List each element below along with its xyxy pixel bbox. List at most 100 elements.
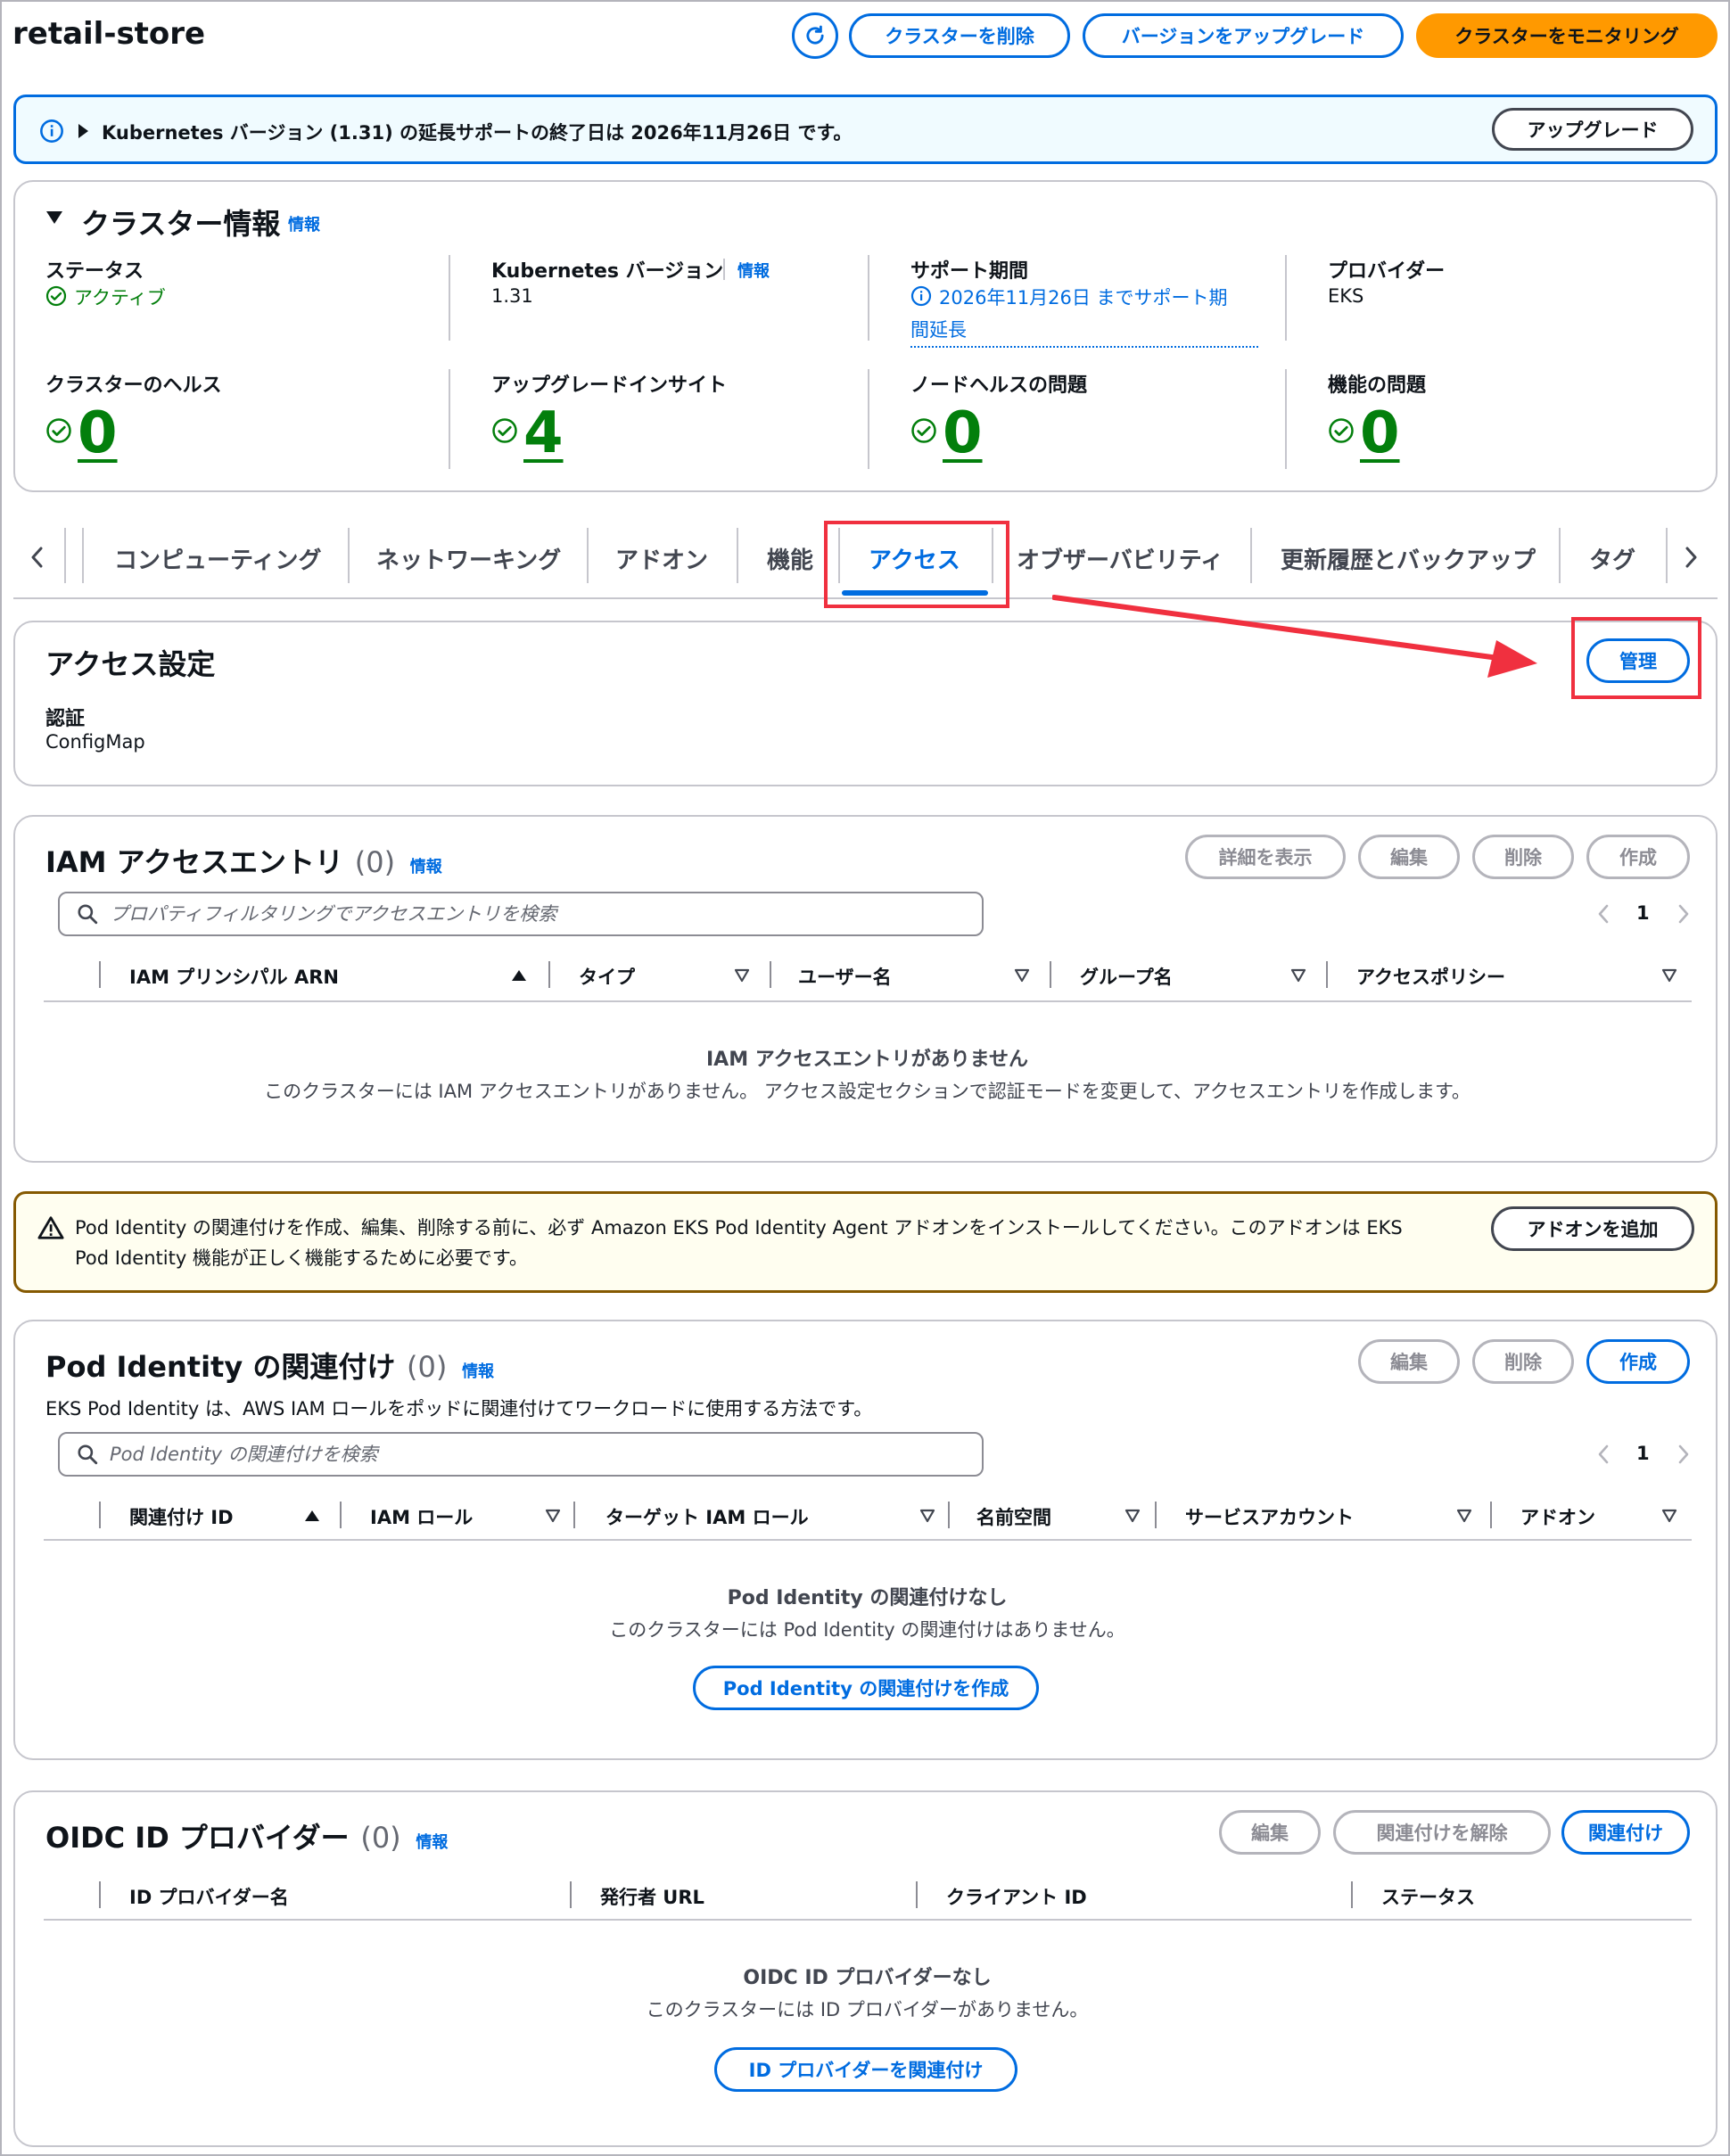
chevron-left-icon[interactable]: [29, 544, 46, 571]
sort-icon[interactable]: [1290, 968, 1306, 983]
column-addon[interactable]: アドオン: [1520, 1503, 1595, 1530]
chevron-left-icon[interactable]: [1595, 1443, 1611, 1466]
sort-icon[interactable]: [545, 1509, 561, 1523]
table-header-border: [44, 1919, 1692, 1921]
tab-divider: [587, 528, 589, 583]
chevron-left-icon[interactable]: [1595, 902, 1611, 926]
node-health-label: ノードヘルスの問題: [910, 374, 1088, 397]
column-divider: [948, 1502, 950, 1528]
sort-icon[interactable]: [1014, 968, 1030, 983]
provider-value: EKS: [1328, 285, 1364, 307]
page-number[interactable]: 1: [1636, 1443, 1650, 1464]
sort-ascending-icon[interactable]: [511, 968, 527, 983]
support-period-value-1: 2026年11月26日 までサポート期: [939, 287, 1228, 309]
column-username[interactable]: ユーザー名: [798, 963, 892, 990]
column-issuer-url[interactable]: 発行者 URL: [600, 1883, 704, 1910]
associate-button[interactable]: 関連付け: [1561, 1810, 1690, 1855]
upgrade-insight-count[interactable]: 4: [523, 405, 564, 462]
info-icon: [910, 285, 932, 307]
associate-provider-button[interactable]: ID プロバイダーを関連付け: [714, 2047, 1017, 2092]
success-check-icon: [46, 418, 71, 443]
support-period-popover[interactable]: 2026年11月26日 までサポート期 間延長: [910, 284, 1258, 348]
cluster-info-title: クラスター情報: [81, 207, 281, 241]
add-addon-button[interactable]: アドオンを追加: [1491, 1206, 1694, 1251]
tab-features[interactable]: 機能: [767, 542, 813, 575]
column-divider: [340, 1502, 342, 1528]
sort-icon[interactable]: [1124, 1509, 1141, 1523]
column-iam-role[interactable]: IAM ロール: [370, 1503, 473, 1530]
iam-entries-search[interactable]: [58, 892, 984, 936]
tab-addons[interactable]: アドオン: [615, 542, 708, 575]
sort-icon[interactable]: [1661, 1509, 1677, 1523]
tab-compute[interactable]: コンピューティング: [114, 542, 321, 575]
disassociate-button[interactable]: 関連付けを解除: [1333, 1810, 1551, 1855]
create-button[interactable]: 作成: [1586, 835, 1690, 879]
iam-entries-search-input[interactable]: [110, 903, 966, 925]
support-period-value-2: 間延長: [910, 319, 967, 341]
delete-button[interactable]: 削除: [1472, 835, 1574, 879]
tab-divider: [348, 528, 350, 583]
edit-button[interactable]: 編集: [1358, 1339, 1460, 1384]
create-button[interactable]: 作成: [1586, 1339, 1690, 1384]
upgrade-button[interactable]: アップグレード: [1492, 108, 1693, 151]
cluster-info-link[interactable]: 情報: [288, 212, 320, 235]
cluster-health-label: クラスターのヘルス: [45, 374, 222, 397]
refresh-button[interactable]: [792, 12, 838, 59]
column-access-policy[interactable]: アクセスポリシー: [1356, 963, 1505, 990]
create-pod-identity-button[interactable]: Pod Identity の関連付けを作成: [693, 1666, 1039, 1710]
view-details-button[interactable]: 詳細を表示: [1185, 835, 1346, 879]
pod-identity-search[interactable]: [58, 1432, 984, 1477]
pod-identity-header: Pod Identity の関連付け (0) 情報: [45, 1345, 494, 1386]
chevron-right-icon[interactable]: [1682, 544, 1700, 571]
oidc-title: OIDC ID プロバイダー: [45, 1821, 350, 1855]
chevron-right-icon[interactable]: [1676, 902, 1692, 926]
column-type[interactable]: タイプ: [579, 963, 635, 990]
edit-button[interactable]: 編集: [1358, 835, 1460, 879]
feature-issues-count[interactable]: 0: [1360, 405, 1400, 462]
iam-access-entries-card: IAM アクセスエントリ (0) 情報 詳細を表示 編集 削除 作成 1 IAM…: [13, 815, 1718, 1163]
feature-issues-label: 機能の問題: [1328, 374, 1427, 397]
info-banner: Kubernetes バージョン (1.31) の延長サポートの終了日は 202…: [13, 95, 1718, 164]
column-service-account[interactable]: サービスアカウント: [1185, 1503, 1354, 1530]
access-settings-title: アクセス設定: [45, 647, 216, 681]
refresh-icon: [806, 25, 824, 45]
sort-icon[interactable]: [734, 968, 750, 983]
info-icon: [40, 119, 63, 143]
edit-button[interactable]: 編集: [1219, 1810, 1321, 1855]
tab-observability[interactable]: オブザーバビリティ: [1017, 542, 1223, 575]
iam-entries-info-link[interactable]: 情報: [410, 858, 442, 876]
monitor-cluster-button[interactable]: クラスターをモニタリング: [1416, 13, 1718, 58]
upgrade-version-button[interactable]: バージョンをアップグレード: [1083, 13, 1404, 58]
sort-icon[interactable]: [919, 1509, 935, 1523]
pod-identity-search-input[interactable]: [110, 1444, 966, 1465]
expand-caret-icon[interactable]: [77, 123, 89, 139]
delete-cluster-button[interactable]: クラスターを削除: [849, 13, 1070, 58]
pod-identity-info-link[interactable]: 情報: [462, 1362, 494, 1381]
column-client-id[interactable]: クライアント ID: [946, 1883, 1087, 1910]
cluster-health-count[interactable]: 0: [78, 405, 118, 462]
divider: [1285, 369, 1287, 469]
k8s-info-link[interactable]: 情報: [737, 259, 770, 282]
delete-button[interactable]: 削除: [1472, 1339, 1574, 1384]
node-health-count[interactable]: 0: [943, 405, 983, 462]
column-association-id[interactable]: 関連付け ID: [129, 1503, 234, 1530]
column-iam-principal-arn[interactable]: IAM プリンシパル ARN: [129, 963, 339, 990]
sort-icon[interactable]: [1661, 968, 1677, 983]
sort-icon[interactable]: [1456, 1509, 1472, 1523]
oidc-info-link[interactable]: 情報: [416, 1833, 448, 1852]
tab-tags[interactable]: タグ: [1589, 542, 1635, 575]
tab-update-history[interactable]: 更新履歴とバックアップ: [1281, 542, 1536, 575]
column-divider: [99, 961, 101, 988]
column-target-iam-role[interactable]: ターゲット IAM ロール: [606, 1503, 809, 1530]
column-namespace[interactable]: 名前空間: [976, 1503, 1051, 1530]
column-group-name[interactable]: グループ名: [1080, 963, 1173, 990]
search-icon: [78, 904, 98, 925]
column-provider-name[interactable]: ID プロバイダー名: [129, 1883, 289, 1910]
chevron-right-icon[interactable]: [1676, 1443, 1692, 1466]
page-number[interactable]: 1: [1636, 902, 1650, 924]
collapse-caret-icon[interactable]: [45, 210, 63, 225]
tab-networking[interactable]: ネットワーキング: [376, 542, 561, 575]
sort-ascending-icon[interactable]: [304, 1509, 320, 1523]
column-status[interactable]: ステータス: [1381, 1883, 1475, 1910]
status-label: ステータス: [45, 260, 144, 283]
